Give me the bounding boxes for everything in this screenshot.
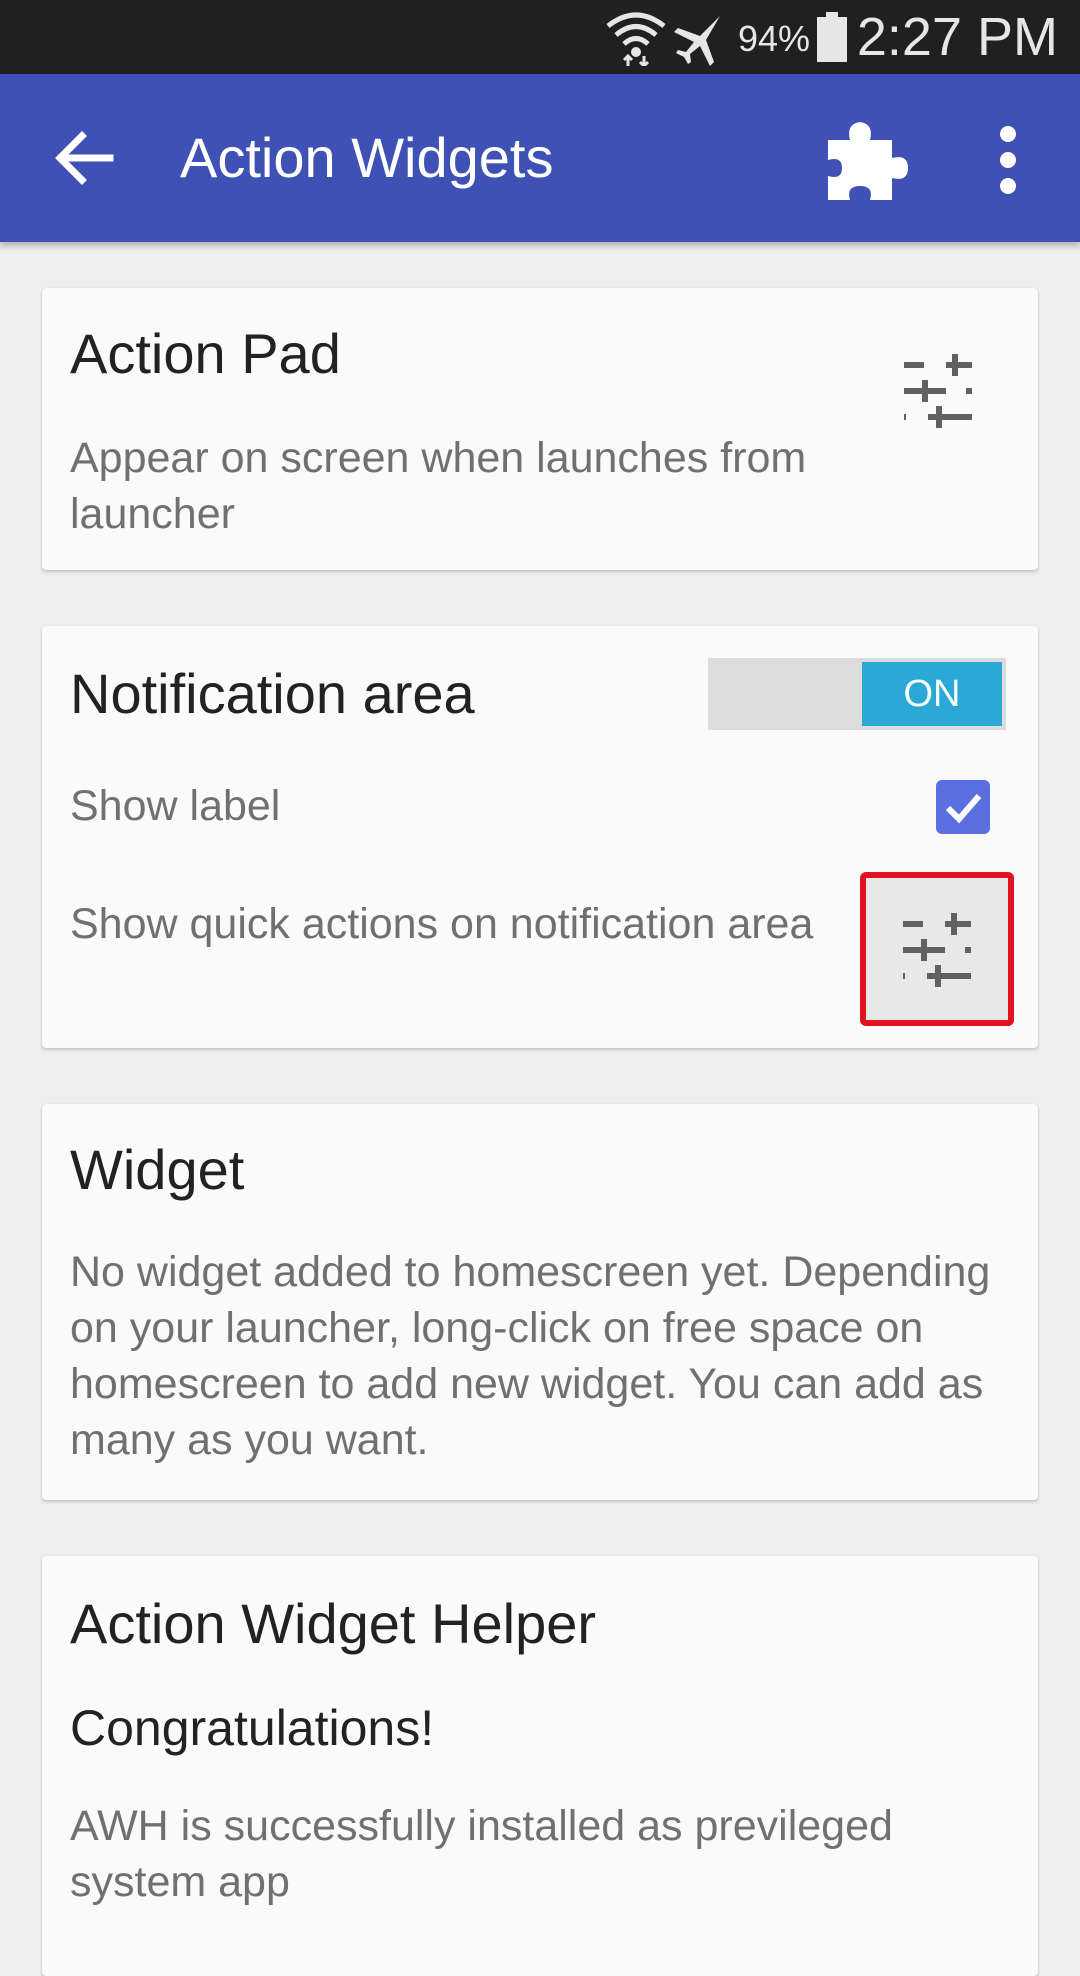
check-icon: [945, 794, 982, 824]
widget-card: Widget No widget added to homescreen yet…: [42, 1104, 1038, 1500]
show-label-checkbox[interactable]: [936, 780, 990, 834]
notification-area-card: Notification area ON Show label Show qui…: [42, 626, 1038, 1048]
action-pad-description: Appear on screen when launches from laun…: [70, 434, 807, 538]
helper-card: Action Widget Helper Congratulations! AW…: [42, 1556, 1038, 1976]
airplane-mode-icon: [674, 14, 722, 66]
widget-title: Widget: [70, 1138, 245, 1201]
wifi-icon: [606, 12, 666, 66]
notification-area-title: Notification area: [70, 662, 475, 725]
puzzle-icon[interactable]: [820, 114, 912, 206]
battery-percent: 94%: [738, 18, 811, 59]
status-bar: 94% 2:27 PM: [0, 0, 1080, 74]
clock: 2:27 PM: [856, 7, 1058, 67]
helper-subtitle: Congratulations!: [70, 1700, 435, 1756]
notification-toggle[interactable]: ON: [708, 658, 1006, 730]
action-pad-card[interactable]: Action Pad Appear on screen when launche…: [42, 288, 1038, 570]
quick-actions-text: Show quick actions on notification area: [70, 900, 814, 948]
more-vert-icon[interactable]: [990, 124, 1026, 196]
helper-title: Action Widget Helper: [70, 1592, 597, 1655]
battery-icon: [817, 12, 847, 62]
toggle-on-label: ON: [862, 662, 1002, 726]
quick-actions-settings-button[interactable]: [860, 872, 1014, 1026]
action-pad-title: Action Pad: [70, 322, 341, 385]
tune-icon[interactable]: [898, 350, 978, 430]
back-arrow-icon[interactable]: [54, 128, 114, 188]
helper-description: AWH is successfully installed as previle…: [70, 1802, 893, 1906]
show-label-text: Show label: [70, 782, 281, 830]
page-title: Action Widgets: [180, 126, 554, 189]
widget-description: No widget added to homescreen yet. Depen…: [70, 1248, 991, 1464]
app-bar: Action Widgets: [0, 74, 1080, 242]
tune-icon: [903, 913, 971, 987]
